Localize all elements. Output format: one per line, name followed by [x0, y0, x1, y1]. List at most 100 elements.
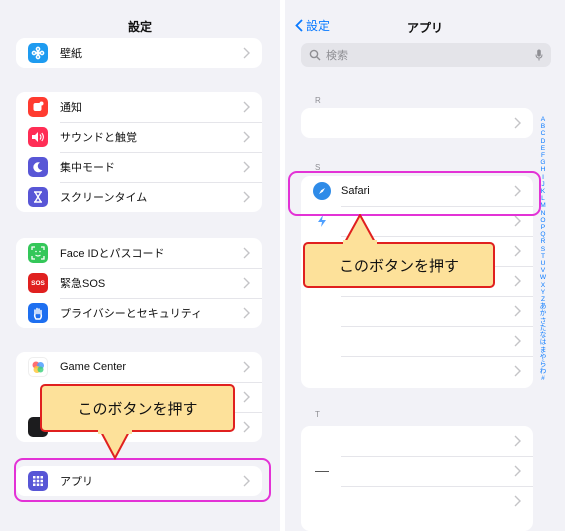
index-letter[interactable]: さ — [540, 318, 547, 325]
index-letter[interactable]: X — [541, 282, 545, 289]
index-letter[interactable]: S — [541, 246, 545, 253]
app-row[interactable] — [301, 486, 533, 516]
chevron-right-icon — [514, 117, 521, 129]
index-letter[interactable]: N — [541, 210, 546, 217]
settings-navbar: 設定 — [0, 0, 280, 40]
bell-icon — [28, 97, 48, 117]
app-row[interactable] — [301, 456, 533, 486]
chevron-right-icon — [243, 421, 250, 433]
settings-row-label: 集中モード — [60, 162, 115, 174]
settings-row-notifications[interactable]: 通知 — [16, 92, 262, 122]
index-letter[interactable]: F — [541, 152, 545, 159]
index-letter[interactable]: Y — [541, 289, 545, 296]
app-row[interactable] — [301, 108, 533, 138]
settings-row-focus[interactable]: 集中モード — [16, 152, 262, 182]
section-header-t: T — [315, 410, 320, 419]
settings-row-emergency-sos[interactable]: SOS 緊急SOS — [16, 268, 262, 298]
index-letter[interactable]: た — [540, 325, 547, 332]
chevron-right-icon — [243, 307, 250, 319]
settings-row-label: 通知 — [60, 102, 82, 114]
face-id-icon — [28, 243, 48, 263]
game-center-icon — [28, 357, 48, 377]
apps-navbar: 設定 アプリ — [285, 0, 565, 40]
hourglass-icon — [28, 187, 48, 207]
app-row[interactable] — [301, 326, 533, 356]
apps-panel: 設定 アプリ 検索 R S Safari T A B C D E F G H I… — [285, 0, 565, 531]
apps-group-t — [301, 426, 533, 531]
index-letter[interactable]: U — [541, 260, 546, 267]
settings-row-wallpaper[interactable]: 壁紙 — [16, 38, 262, 68]
chevron-right-icon — [514, 365, 521, 377]
index-letter[interactable]: ま — [540, 347, 547, 354]
index-letter[interactable]: T — [541, 253, 545, 260]
settings-row-label: サウンドと触覚 — [60, 132, 137, 144]
app-row[interactable] — [301, 356, 533, 386]
section-index[interactable]: A B C D E F G H I J K L M N O P Q R S T U V W X Y Z あかさたなはまやらわ # — [537, 116, 549, 383]
index-letter[interactable]: J — [541, 181, 544, 188]
index-letter[interactable]: は — [540, 339, 547, 346]
settings-row-screen-time[interactable]: スクリーンタイム — [16, 182, 262, 212]
chevron-right-icon — [514, 335, 521, 347]
highlight-safari — [288, 171, 541, 216]
index-letter[interactable]: R — [541, 238, 546, 245]
callout-joint — [98, 430, 132, 434]
index-letter[interactable]: O — [540, 217, 545, 224]
microphone-icon[interactable] — [535, 49, 543, 61]
chevron-right-icon — [514, 465, 521, 477]
index-letter[interactable]: D — [541, 138, 546, 145]
settings-row-label: Face IDとパスコード — [60, 248, 165, 260]
index-letter[interactable]: わ — [540, 368, 547, 375]
search-placeholder: 検索 — [326, 50, 348, 62]
index-letter[interactable]: や — [540, 354, 547, 361]
app-row[interactable] — [301, 296, 533, 326]
settings-row-label: プライバシーとセキュリティ — [60, 308, 203, 320]
settings-row-sounds[interactable]: サウンドと触覚 — [16, 122, 262, 152]
wallpaper-icon — [28, 43, 48, 63]
app-row[interactable] — [301, 426, 533, 456]
chevron-right-icon — [514, 305, 521, 317]
settings-row-label: スクリーンタイム — [60, 192, 148, 204]
index-letter[interactable]: E — [541, 145, 545, 152]
index-letter[interactable]: # — [541, 375, 545, 382]
settings-row-label: Game Center — [60, 361, 127, 373]
settings-row-label: 緊急SOS — [60, 278, 106, 290]
index-letter[interactable]: A — [541, 116, 545, 123]
callout-apps: このボタンを押す — [40, 384, 235, 432]
moon-icon — [28, 157, 48, 177]
chevron-right-icon — [243, 191, 250, 203]
index-letter[interactable]: か — [540, 310, 547, 317]
index-letter[interactable]: I — [542, 174, 544, 181]
app-icon — [315, 470, 329, 472]
speaker-icon — [28, 127, 48, 147]
hand-icon — [28, 303, 48, 323]
chevron-right-icon — [514, 245, 521, 257]
index-letter[interactable]: K — [541, 188, 545, 195]
chevron-right-icon — [243, 161, 250, 173]
settings-row-privacy[interactable]: プライバシーとセキュリティ — [16, 298, 262, 328]
search-icon — [309, 49, 321, 61]
app-icon — [315, 214, 329, 228]
chevron-right-icon — [243, 391, 250, 403]
index-letter[interactable]: G — [540, 159, 545, 166]
index-letter[interactable]: H — [541, 166, 546, 173]
index-letter[interactable]: V — [541, 267, 545, 274]
chevron-right-icon — [243, 101, 250, 113]
settings-group-security: Face IDとパスコード SOS 緊急SOS プライバシーとセキュリティ — [16, 238, 262, 328]
callout-safari: このボタンを押す — [303, 242, 495, 288]
chevron-right-icon — [514, 495, 521, 507]
search-field[interactable]: 検索 — [301, 43, 551, 67]
index-letter[interactable]: C — [541, 130, 546, 137]
settings-row-face-id[interactable]: Face IDとパスコード — [16, 238, 262, 268]
index-letter[interactable]: L — [541, 195, 545, 202]
settings-group-notifications: 通知 サウンドと触覚 集中モード スクリーンタイム — [16, 92, 262, 212]
chevron-right-icon — [514, 215, 521, 227]
index-letter[interactable]: Q — [540, 231, 545, 238]
settings-row-game-center[interactable]: Game Center — [16, 352, 262, 382]
index-letter[interactable]: M — [540, 202, 546, 209]
index-letter[interactable]: W — [540, 274, 546, 281]
index-letter[interactable]: P — [541, 224, 545, 231]
highlight-apps — [14, 458, 271, 502]
chevron-right-icon — [243, 361, 250, 373]
index-letter[interactable]: B — [541, 123, 545, 130]
chevron-right-icon — [243, 47, 250, 59]
